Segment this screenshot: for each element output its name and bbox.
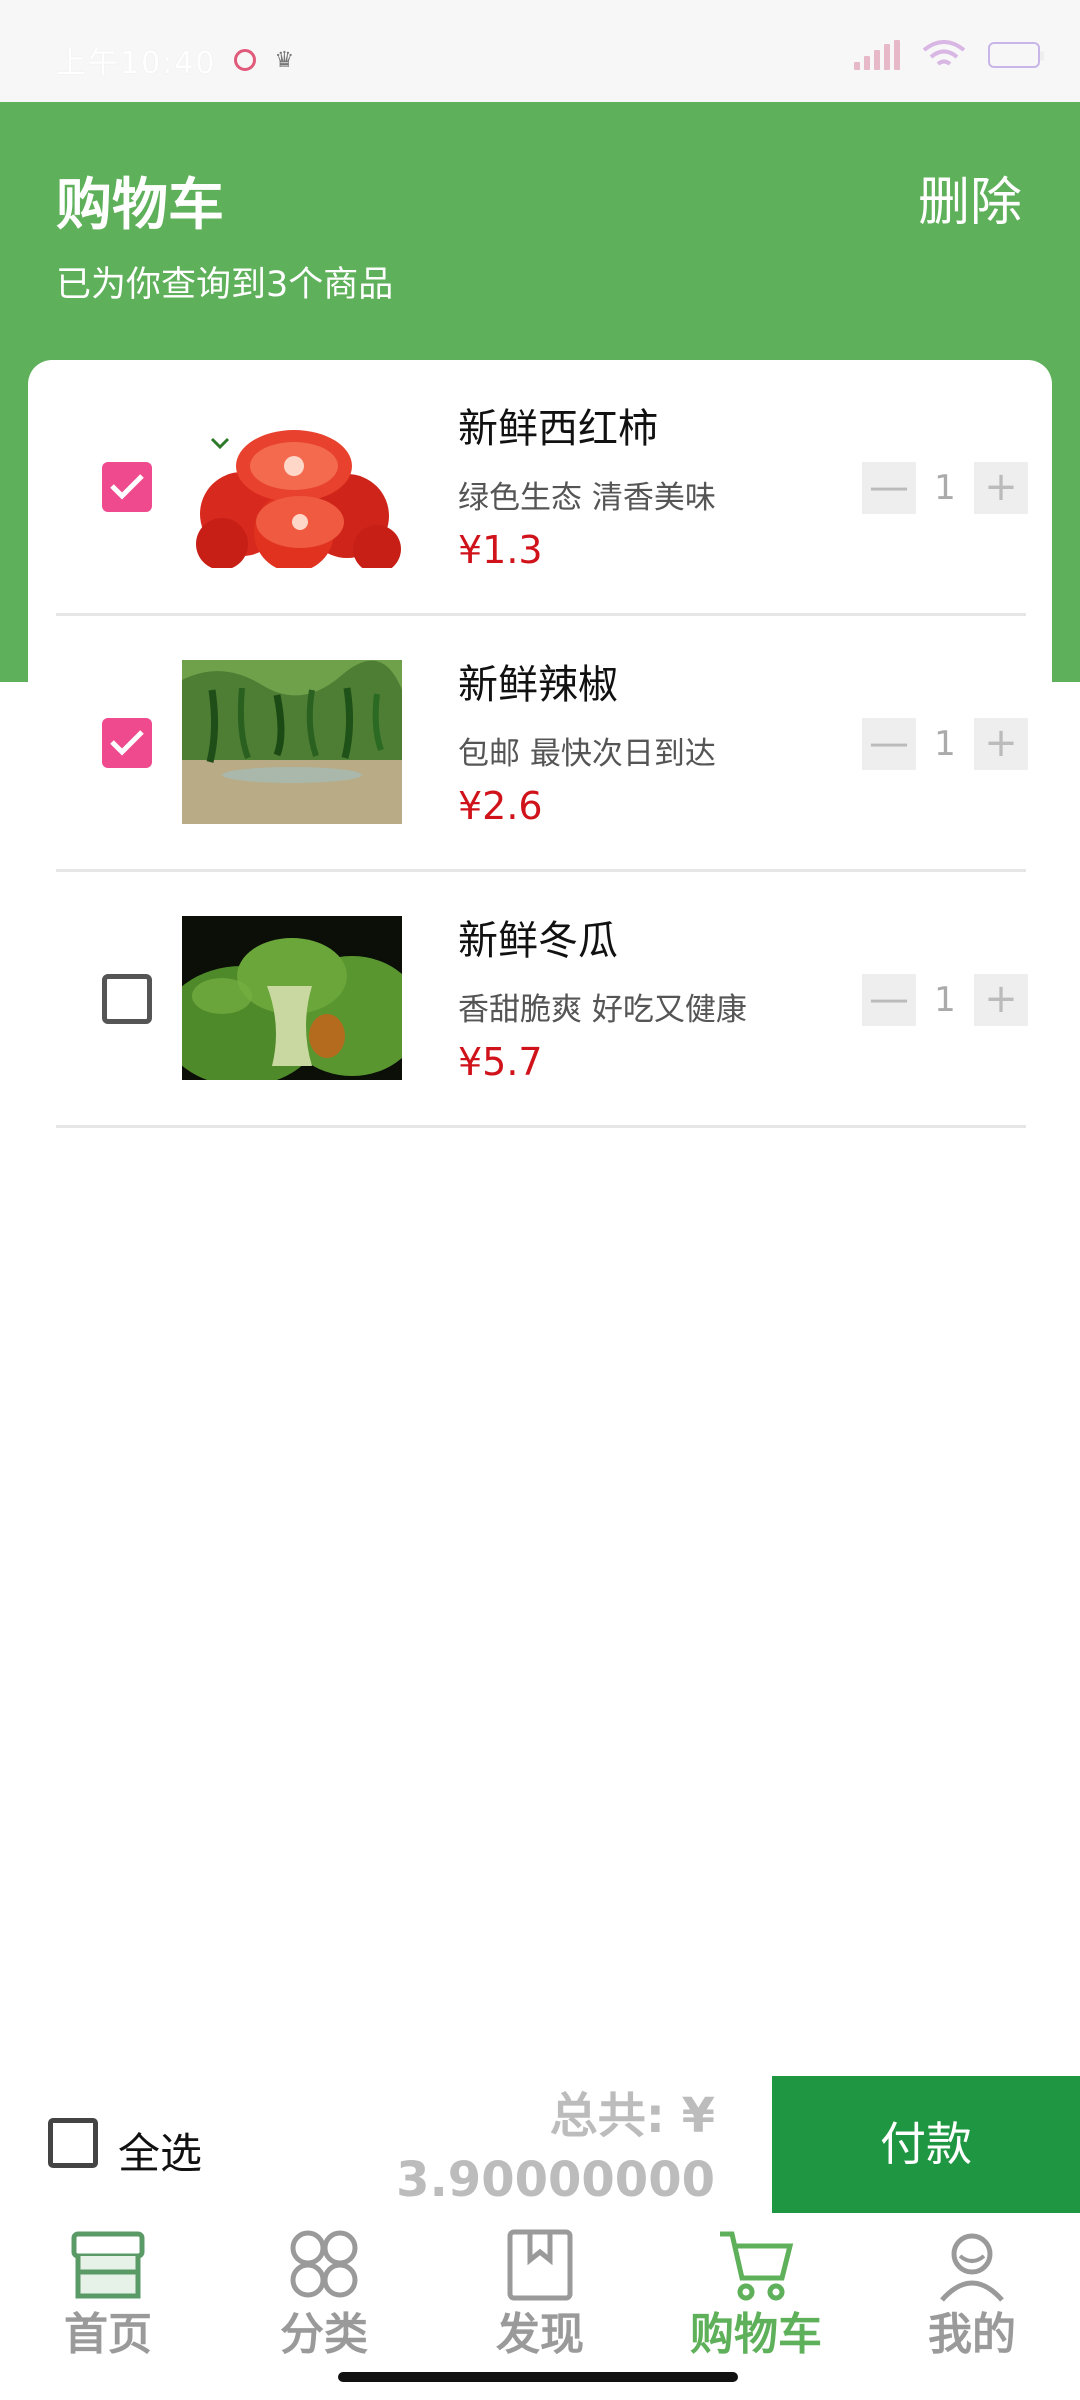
- bookmark-icon: [507, 2229, 573, 2301]
- select-all-label[interactable]: 全选: [118, 2120, 202, 2181]
- quantity-stepper: — 1 +: [862, 462, 1028, 514]
- item-price: ¥1.3: [458, 528, 543, 572]
- decrease-button[interactable]: —: [862, 974, 916, 1026]
- cart-item: 新鲜西红柿 绿色生态 清香美味 ¥1.3 — 1 +: [56, 360, 1028, 616]
- quantity-stepper: — 1 +: [862, 974, 1028, 1026]
- cart-item: 新鲜辣椒 包邮 最快次日到达 ¥2.6 — 1 +: [56, 616, 1028, 872]
- tab-label: 首页: [64, 2309, 152, 2360]
- check-icon: [110, 730, 144, 756]
- item-checkbox[interactable]: [102, 718, 152, 768]
- quantity-value: 1: [934, 724, 956, 764]
- quantity-stepper: — 1 +: [862, 718, 1028, 770]
- store-icon: [71, 2231, 145, 2299]
- broccoli-image: [182, 916, 402, 1080]
- item-checkbox[interactable]: [102, 462, 152, 512]
- signal-icon: [854, 40, 900, 70]
- item-price: ¥5.7: [458, 1040, 543, 1084]
- battery-icon: [988, 42, 1044, 68]
- item-description: 香甜脆爽 好吃又健康: [458, 992, 747, 1028]
- grid-icon: [290, 2230, 358, 2298]
- decrease-button[interactable]: —: [862, 718, 916, 770]
- item-name: 新鲜冬瓜: [458, 918, 618, 964]
- increase-button[interactable]: +: [974, 718, 1028, 770]
- decrease-button[interactable]: —: [862, 462, 916, 514]
- record-icon: [234, 49, 257, 71]
- pepper-image: [182, 660, 402, 824]
- item-name: 新鲜辣椒: [458, 662, 618, 708]
- page-title: 购物车: [56, 173, 224, 238]
- crown-icon: ♛: [274, 47, 295, 73]
- tab-label: 分类: [280, 2309, 368, 2360]
- tab-profile[interactable]: 我的: [864, 2214, 1080, 2400]
- quantity-value: 1: [934, 468, 956, 508]
- shopping-cart-page: 上午10:40 ♛ 购物车 已为你查询到3个商品 删除 新鲜西红柿 绿色生态 清…: [0, 0, 1080, 2400]
- tomato-image: [182, 404, 402, 568]
- item-checkbox[interactable]: [102, 974, 152, 1024]
- delete-button[interactable]: 删除: [918, 160, 1022, 235]
- item-price: ¥2.6: [458, 784, 543, 828]
- cart-card: 新鲜西红柿 绿色生态 清香美味 ¥1.3 — 1 + 新鲜辣椒 包邮 最快次日到…: [28, 360, 1052, 2060]
- item-description: 包邮 最快次日到达: [458, 736, 716, 772]
- item-description: 绿色生态 清香美味: [458, 480, 716, 516]
- increase-button[interactable]: +: [974, 462, 1028, 514]
- cart-item: 新鲜冬瓜 香甜脆爽 好吃又健康 ¥5.7 — 1 +: [56, 872, 1028, 1128]
- pay-button[interactable]: 付款: [772, 2076, 1080, 2213]
- tab-home[interactable]: 首页: [0, 2214, 216, 2400]
- home-indicator[interactable]: [338, 2372, 738, 2382]
- wifi-icon: [922, 40, 966, 66]
- item-name: 新鲜西红柿: [458, 406, 658, 452]
- status-time: 上午10:40: [56, 46, 217, 81]
- status-right: [854, 40, 1044, 70]
- cart-icon: [720, 2231, 794, 2301]
- check-icon: [110, 474, 144, 500]
- tab-label: 购物车: [690, 2309, 822, 2360]
- tab-label: 我的: [928, 2309, 1016, 2360]
- increase-button[interactable]: +: [974, 974, 1028, 1026]
- user-icon: [940, 2233, 1004, 2302]
- result-count-subtitle: 已为你查询到3个商品: [56, 265, 394, 305]
- checkout-bar: 全选 总共: ¥ 3.90000000 00000004 付款: [0, 2076, 1080, 2272]
- quantity-value: 1: [934, 980, 956, 1020]
- tab-label: 发现: [496, 2309, 584, 2360]
- total-line-1: 总共: ¥ 3.90000000: [396, 2088, 715, 2208]
- select-all-checkbox[interactable]: [48, 2118, 98, 2168]
- status-left: 上午10:40 ♛: [56, 38, 294, 82]
- status-bar: 上午10:40 ♛: [0, 0, 1080, 102]
